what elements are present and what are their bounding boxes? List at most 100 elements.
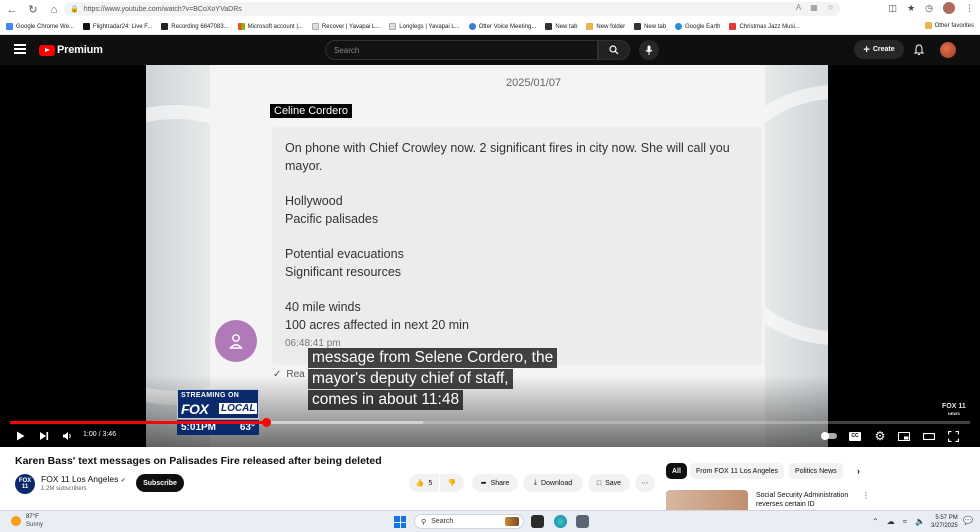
- bookmark-item[interactable]: New tab: [634, 23, 666, 30]
- back-arrow-icon[interactable]: ←: [3, 2, 21, 18]
- share-button[interactable]: ➦ Share: [472, 474, 518, 492]
- chip-all[interactable]: All: [666, 463, 687, 479]
- taskbar-app-icon[interactable]: [576, 515, 589, 528]
- progress-bar[interactable]: [10, 418, 970, 427]
- bookmark-item[interactable]: Flightradar24: Live F...: [82, 23, 152, 30]
- bookmark-item[interactable]: Otter Voice Meeting...: [468, 23, 536, 30]
- caption-line: comes in about 11:48: [308, 390, 464, 410]
- channel-name[interactable]: FOX 11 Los Angeles ✔: [41, 474, 126, 484]
- bookmark-item[interactable]: Microsoft account |...: [237, 23, 303, 30]
- youtube-play-icon: [39, 44, 55, 56]
- page-icon: [311, 23, 319, 30]
- more-actions-button[interactable]: ⋯: [635, 474, 655, 492]
- fullscreen-button[interactable]: [946, 429, 960, 443]
- download-button[interactable]: ⤓ Download: [523, 474, 583, 492]
- create-button[interactable]: + Create: [854, 40, 904, 59]
- related-video-title[interactable]: Social Security Administration reverses …: [756, 491, 866, 509]
- folder-icon: [924, 22, 932, 29]
- reload-icon[interactable]: ↻: [24, 2, 42, 18]
- plus-icon: +: [863, 43, 870, 56]
- notification-icon[interactable]: 💬: [963, 516, 973, 525]
- thumbs-up-icon: 👍: [415, 480, 425, 487]
- theater-mode-button[interactable]: [922, 429, 936, 443]
- miniplayer-button[interactable]: [897, 429, 911, 443]
- bookmark-item[interactable]: Longlegs | Yavapai L...: [389, 23, 460, 30]
- message-line: Potential evacuations: [285, 247, 404, 261]
- search-button[interactable]: [598, 40, 630, 60]
- fox11-watermark: FOX 11 NEWS: [942, 403, 966, 416]
- captions-button[interactable]: CC: [848, 429, 862, 443]
- subscribe-button[interactable]: Subscribe: [136, 474, 184, 492]
- favorites-icon[interactable]: ★: [907, 3, 915, 14]
- profile-avatar[interactable]: [943, 2, 955, 14]
- autoplay-toggle[interactable]: [820, 429, 838, 443]
- chip-politics-news[interactable]: Politics News: [789, 463, 843, 479]
- volume-button[interactable]: [61, 429, 73, 443]
- time-display: 1:00 / 3:46: [83, 431, 117, 438]
- sun-icon: [11, 516, 21, 526]
- bookmark-item[interactable]: Christmas Jazz Musi...: [729, 23, 800, 30]
- bookmark-item[interactable]: New folder: [586, 23, 625, 30]
- bookmark-item[interactable]: Recover | Yavapai L...: [311, 23, 380, 30]
- youtube-icon: [729, 23, 737, 30]
- browser-toolbar: ← ↻ ⌂ 🔒 https://www.youtube.com/watch?v=…: [0, 0, 980, 19]
- new-tab-icon: [634, 23, 642, 30]
- more-menu-icon[interactable]: ⋮: [965, 3, 974, 14]
- related-more-icon[interactable]: ⋮: [862, 491, 870, 500]
- scrubber-handle[interactable]: [261, 418, 271, 427]
- speaker-icon[interactable]: 🔈: [915, 517, 925, 526]
- miniplayer-icon: [898, 431, 910, 441]
- bookmark-item[interactable]: Google Earth: [675, 23, 720, 30]
- message-line: 40 mile winds: [285, 300, 361, 314]
- progress-played: [10, 421, 267, 424]
- taskbar-search-input[interactable]: ⚲ Search: [414, 514, 524, 529]
- folder-icon: [586, 23, 594, 30]
- microphone-icon: [645, 45, 653, 55]
- message-line: 100 acres affected in next 20 min: [285, 318, 469, 332]
- bookmark-favicon-icon: [6, 23, 13, 30]
- split-screen-icon[interactable]: ◫: [889, 3, 898, 14]
- history-icon[interactable]: ◷: [925, 3, 933, 14]
- video-player[interactable]: 2025/01/07 Celine Cordero On phone with …: [0, 65, 980, 447]
- windows-start-icon[interactable]: [394, 516, 406, 528]
- dislike-button[interactable]: 👎: [440, 474, 464, 492]
- video-title: Karen Bass' text messages on Palisades F…: [15, 455, 382, 467]
- chip-from-channel[interactable]: From FOX 11 Los Angeles: [690, 463, 784, 479]
- other-favorites[interactable]: Other favorites: [924, 22, 974, 29]
- edge-browser-icon[interactable]: [554, 515, 567, 528]
- person-icon: [229, 334, 243, 349]
- address-bar[interactable]: 🔒 https://www.youtube.com/watch?v=BCoXoY…: [64, 2, 840, 16]
- account-avatar[interactable]: [940, 42, 956, 58]
- favorite-star-icon[interactable]: ☆: [827, 3, 834, 12]
- read-aloud-icon[interactable]: A: [796, 3, 801, 12]
- tray-chevron-icon[interactable]: ⌃: [872, 517, 879, 526]
- bookmark-item[interactable]: Google Chrome We...: [6, 23, 74, 30]
- task-view-icon[interactable]: [531, 515, 544, 528]
- save-button[interactable]: □ Save: [588, 474, 630, 492]
- cloud-icon[interactable]: ☁: [887, 517, 895, 526]
- chips-next-arrow-icon[interactable]: ›: [851, 463, 866, 479]
- notifications-bell-icon[interactable]: [913, 44, 925, 56]
- home-icon[interactable]: ⌂: [45, 2, 63, 18]
- search-input[interactable]: Search: [325, 40, 598, 60]
- wifi-icon[interactable]: ≈: [903, 517, 907, 526]
- play-button[interactable]: [14, 429, 26, 443]
- like-button[interactable]: 👍 5: [409, 474, 439, 492]
- bookmark-item[interactable]: Recording 6847083...: [161, 23, 229, 30]
- voice-search-button[interactable]: [639, 40, 659, 60]
- settings-button[interactable]: ⚙: [873, 429, 887, 443]
- related-video-thumbnail[interactable]: [666, 490, 748, 510]
- bookmark-item[interactable]: New tab: [545, 23, 577, 30]
- microsoft-logo-icon: [237, 23, 245, 30]
- more-horizontal-icon: ⋯: [641, 480, 649, 487]
- channel-avatar[interactable]: FOX 11: [15, 474, 35, 494]
- youtube-logo[interactable]: Premium: [39, 44, 103, 56]
- fox-local-bug: STREAMING ON FOX LOCAL 5:01PM 63°: [177, 389, 259, 435]
- hamburger-menu-icon[interactable]: [14, 44, 26, 54]
- taskbar-clock[interactable]: 5:57 PM 3/27/2025: [931, 514, 958, 530]
- message-bubble: On phone with Chief Crowley now. 2 signi…: [272, 127, 762, 365]
- extension-icon[interactable]: ▦: [810, 3, 818, 12]
- skip-next-icon: [40, 432, 49, 440]
- next-button[interactable]: [38, 429, 50, 443]
- google-earth-icon: [675, 23, 683, 30]
